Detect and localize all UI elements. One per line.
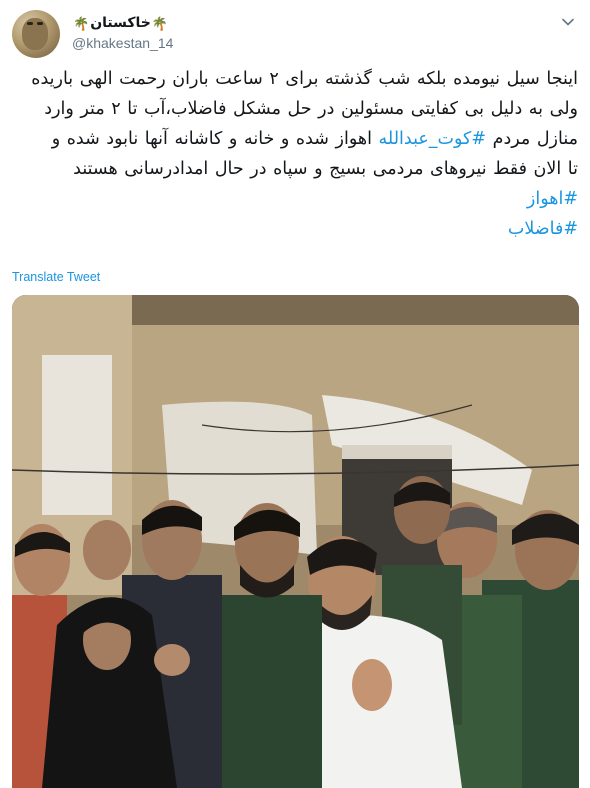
tweet-photo[interactable]: [12, 295, 579, 788]
avatar-eye: [37, 22, 43, 25]
photo-illustration: [12, 295, 579, 788]
tweet-text-segment: تا الان فقط نیروهای مردمی بسیج و سپاه در…: [73, 159, 578, 179]
palm-tree-icon: 🌴: [73, 15, 90, 31]
user-meta: 🌴 خاکستان 🌴 @khakestan_14: [72, 13, 173, 51]
tweet-text-segment: اهواز شده و خانه و کاشانه آنها نابود شده…: [51, 129, 379, 149]
tweet-text-line: #فاضلاب: [12, 214, 578, 244]
avatar-face: [22, 18, 48, 50]
display-name[interactable]: خاکستان: [90, 15, 151, 31]
hashtag-link[interactable]: #اهواز: [527, 189, 578, 209]
tweet-text-line: #اهواز: [12, 184, 578, 214]
chevron-down-icon[interactable]: [558, 12, 578, 32]
hashtag-link[interactable]: #فاضلاب: [508, 219, 578, 239]
avatar[interactable]: [12, 10, 60, 58]
tweet-text-line: منازل مردم #کوت_عبدالله اهواز شده و خانه…: [12, 124, 578, 154]
display-name-row[interactable]: 🌴 خاکستان 🌴: [72, 13, 173, 33]
hashtag-link[interactable]: #کوت_عبدالله: [379, 129, 487, 149]
tweet-text-line: تا الان فقط نیروهای مردمی بسیج و سپاه در…: [12, 154, 578, 184]
tweet-text-segment: اینجا سیل نیومده بلکه شب گذشته برای ۲ سا…: [31, 69, 578, 89]
tweet-text: اینجا سیل نیومده بلکه شب گذشته برای ۲ سا…: [12, 64, 578, 244]
tweet-text-line: اینجا سیل نیومده بلکه شب گذشته برای ۲ سا…: [12, 64, 578, 94]
translate-tweet-link[interactable]: Translate Tweet: [12, 270, 100, 284]
tweet-header: 🌴 خاکستان 🌴 @khakestan_14: [12, 10, 578, 60]
tweet-card: 🌴 خاکستان 🌴 @khakestan_14 اینجا سیل نیوم…: [0, 0, 590, 788]
tweet-text-segment: ولی به دلیل بی کفایتی مسئولین در حل مشکل…: [44, 99, 578, 119]
tweet-text-line: ولی به دلیل بی کفایتی مسئولین در حل مشکل…: [12, 94, 578, 124]
palm-tree-icon: 🌴: [151, 15, 169, 31]
user-handle[interactable]: @khakestan_14: [72, 35, 173, 51]
avatar-eye: [27, 22, 33, 25]
tweet-text-segment: منازل مردم: [486, 129, 578, 149]
